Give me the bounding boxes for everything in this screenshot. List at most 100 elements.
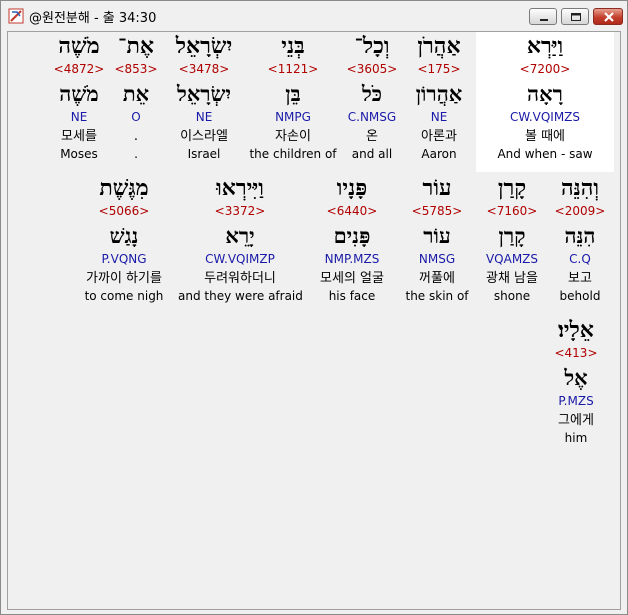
word-cell[interactable]: מִגֶּשֶׁת <5066> נָגַשׁ P.VQNG 가까이 하기를 t… xyxy=(72,174,176,304)
lemma: עוֹר xyxy=(423,223,451,248)
strong-number: <7200> xyxy=(519,62,571,76)
word-cell[interactable]: וַיִּירְאוּ <3372> יָרֵא CW.VQIMZP 두려워하더… xyxy=(178,174,303,304)
hebrew-word: וְהִנֵּה xyxy=(560,175,600,201)
korean-gloss: 가까이 하기를 xyxy=(86,271,162,286)
parsing-code: C.NMSG xyxy=(347,110,397,124)
word-cell[interactable]: מֹשֶׁה <4872> מֹשֶׁה NE 모세를 Moses xyxy=(48,32,110,162)
word-cell[interactable]: בְּנֵי <1121> בֵּן NMPG 자손이 the children… xyxy=(246,32,340,162)
hebrew-word: מִגֶּשֶׁת xyxy=(99,175,149,201)
lemma: פָּנִים xyxy=(333,223,371,248)
strong-number: <3605> xyxy=(346,62,398,76)
parsing-code: CW.VQIMZS xyxy=(509,110,581,124)
english-gloss: the skin of xyxy=(405,289,469,303)
korean-gloss: 두려워하더니 xyxy=(204,271,276,286)
minimize-button[interactable] xyxy=(529,8,557,25)
hebrew-word: קָרַן xyxy=(497,175,527,201)
hebrew-word: אַהֲרֹן xyxy=(417,33,461,59)
english-gloss: Israel xyxy=(187,147,221,161)
hebrew-word: אֶת־ xyxy=(118,33,154,59)
strong-number: <5785> xyxy=(411,204,463,218)
word-cell[interactable]: קָרַן <7160> קָרַן VQAMZS 광채 남을 shone xyxy=(476,174,548,304)
korean-gloss: 이스라엘 xyxy=(180,129,228,144)
english-gloss: Moses xyxy=(60,147,98,161)
english-gloss: and all xyxy=(351,147,393,161)
lemma: רָאָה xyxy=(527,81,563,106)
lemma: אֵת xyxy=(122,81,150,106)
lemma: מֹשֶׁה xyxy=(59,81,99,106)
parsing-code: O xyxy=(131,110,141,124)
word-cell[interactable]: וְהִנֵּה <2009> הִנֵּה C.Q 보고 behold xyxy=(548,174,612,304)
english-gloss: Aaron xyxy=(421,147,457,161)
word-cell[interactable]: אֵלָיו׃ <413> אֶל P.MZS 그에게 him xyxy=(544,316,608,446)
title-bar[interactable]: @원전분해 - 출 34:30 xyxy=(1,1,627,31)
interlinear-panel: וַיַּרְא <7200> רָאָה CW.VQIMZS 볼 때에 And… xyxy=(7,31,621,610)
lemma: יָרֵא xyxy=(225,223,255,248)
english-gloss: . xyxy=(134,147,138,161)
korean-gloss: 그에게 xyxy=(558,413,594,428)
word-cell[interactable]: עוֹר <5785> עוֹר NMSG 꺼풀에 the skin of xyxy=(400,174,474,304)
parsing-code: NMPG xyxy=(275,110,311,124)
word-cell[interactable]: וַיַּרְא <7200> רָאָה CW.VQIMZS 볼 때에 And… xyxy=(476,32,614,172)
word-cell[interactable]: יִשְׂרָאֵל <3478> יִשְׂרָאֵל NE 이스라엘 Isr… xyxy=(164,32,244,162)
word-cell[interactable]: וְכָל־ <3605> כֹּל C.NMSG 온 and all xyxy=(340,32,404,162)
app-window: @원전분해 - 출 34:30 וַיַּרְא <7200> רָאָה CW… xyxy=(0,0,628,615)
strong-number: <853> xyxy=(114,62,158,76)
korean-gloss: 온 xyxy=(366,129,378,144)
hebrew-word: אֵלָיו׃ xyxy=(558,317,594,343)
word-cell[interactable]: אֶת־ <853> אֵת O . . xyxy=(112,32,160,162)
close-icon xyxy=(604,12,614,22)
hebrew-word: וַיַּרְא xyxy=(526,33,564,59)
strong-number: <5066> xyxy=(98,204,150,218)
strong-number: <3372> xyxy=(214,204,266,218)
word-cell[interactable]: פָּנָיו <6440> פָּנִים NMP.MZS 모세의 얼굴 hi… xyxy=(306,174,398,304)
hebrew-word: פָּנָיו xyxy=(336,175,368,201)
korean-gloss: 자손이 xyxy=(275,129,311,144)
korean-gloss: 꺼풀에 xyxy=(419,271,455,286)
english-gloss: And when - saw xyxy=(497,147,593,161)
maximize-icon xyxy=(571,13,581,21)
parsing-code: VQAMZS xyxy=(485,252,539,266)
app-icon[interactable] xyxy=(8,8,24,24)
korean-gloss: 모세를 xyxy=(61,129,97,144)
lemma: הִנֵּה xyxy=(564,223,596,248)
lemma: כֹּל xyxy=(361,81,383,106)
strong-number: <3478> xyxy=(178,62,230,76)
minimize-icon xyxy=(540,19,548,21)
maximize-button[interactable] xyxy=(561,8,589,25)
parsing-code: NE xyxy=(430,110,448,124)
window-title: @원전분해 - 출 34:30 xyxy=(29,11,157,26)
english-gloss: and they were afraid xyxy=(178,289,303,303)
korean-gloss: 보고 xyxy=(568,271,592,286)
parsing-code: NMP.MZS xyxy=(324,252,380,266)
lemma: בֵּן xyxy=(285,81,301,106)
lemma: נָגַשׁ xyxy=(109,223,139,248)
parsing-code: NMSG xyxy=(418,252,456,266)
word-cell[interactable]: אַהֲרֹן <175> אַהֲרוֹן NE 아론과 Aaron xyxy=(406,32,472,162)
parsing-code: P.MZS xyxy=(558,394,594,408)
hebrew-word: עוֹר xyxy=(422,175,452,201)
parsing-code: CW.VQIMZP xyxy=(205,252,275,266)
parsing-code: NE xyxy=(70,110,88,124)
korean-gloss: 모세의 얼굴 xyxy=(320,271,384,286)
english-gloss: the children of xyxy=(249,147,337,161)
parsing-code: P.VQNG xyxy=(101,252,147,266)
strong-number: <1121> xyxy=(267,62,319,76)
hebrew-word: מֹשֶׁה xyxy=(58,33,100,59)
parsing-code: NE xyxy=(195,110,213,124)
hebrew-word: יִשְׂרָאֵל xyxy=(175,33,233,59)
strong-number: <4872> xyxy=(53,62,105,76)
close-button[interactable] xyxy=(593,8,623,25)
parsing-code: C.Q xyxy=(569,252,591,266)
strong-number: <175> xyxy=(417,62,461,76)
english-gloss: to come nigh xyxy=(84,289,164,303)
lemma: יִשְׂרָאֵל xyxy=(177,81,231,106)
hebrew-word: וַיִּירְאוּ xyxy=(216,175,264,201)
korean-gloss: 광채 남을 xyxy=(486,271,538,286)
strong-number: <413> xyxy=(554,346,598,360)
hebrew-word: וְכָל־ xyxy=(354,33,390,59)
strong-number: <2009> xyxy=(554,204,606,218)
lemma: אַהֲרוֹן xyxy=(415,81,463,106)
english-gloss: him xyxy=(564,431,588,445)
english-gloss: behold xyxy=(559,289,601,303)
korean-gloss: 볼 때에 xyxy=(524,129,565,144)
